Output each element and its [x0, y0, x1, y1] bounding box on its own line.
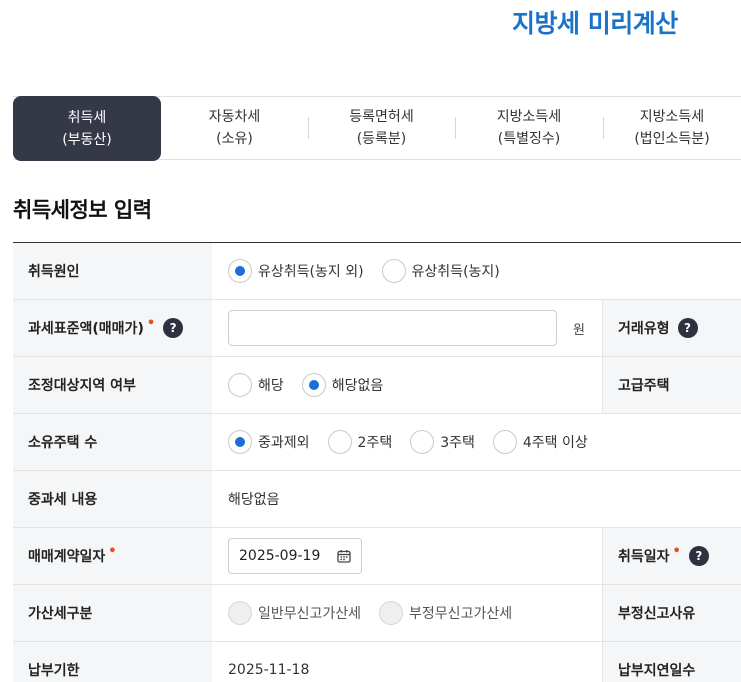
label-acquire-date: 취득일자 • ? — [602, 528, 741, 584]
tab-local-income-tax-withholding[interactable]: 지방소득세 (특별징수) — [455, 97, 603, 159]
radio-selected-icon — [228, 430, 252, 454]
required-mark: • — [108, 543, 117, 559]
tab-label-line2: (소유) — [216, 131, 253, 147]
date-value: 2025-09-19 — [239, 548, 321, 564]
radio-label: 유상취득(농지) — [411, 264, 500, 280]
radio-fraud-no-report-penalty[interactable]: 부정무신고가산세 — [379, 601, 512, 625]
required-mark: • — [146, 315, 156, 331]
tab-separator — [308, 117, 309, 139]
tab-registration-tax[interactable]: 등록면허세 (등록분) — [308, 97, 455, 159]
radio-label: 유상취득(농지 외) — [258, 264, 364, 280]
row-house-count: 소유주택 수 중과제외 2주택 3주택 4주택 이상 — [13, 414, 741, 471]
row-heavy-tax: 중과세 내용 해당없음 — [13, 471, 741, 528]
tab-separator — [603, 117, 604, 139]
label-penalty-type: 가산세구분 — [13, 585, 212, 641]
radio-general-no-report-penalty[interactable]: 일반무신고가산세 — [228, 601, 361, 625]
radio-disabled-icon — [228, 601, 252, 625]
label-acquisition-cause: 취득원인 — [13, 243, 212, 299]
radio-applicable[interactable]: 해당 — [228, 373, 284, 397]
tab-vehicle-tax[interactable]: 자동차세 (소유) — [161, 97, 308, 159]
tab-label-line1: 취득세 — [67, 109, 107, 126]
contract-date-field: 2025-09-19 — [212, 528, 362, 584]
label-fraud-reason: 부정신고사유 — [602, 585, 741, 641]
page-title: 지방세 미리계산 — [512, 9, 678, 38]
tax-base-input[interactable] — [228, 310, 557, 346]
radio-paid-non-farmland[interactable]: 유상취득(농지 외) — [228, 259, 364, 283]
radio-label: 4주택 이상 — [522, 435, 588, 451]
radio-label: 2주택 — [357, 435, 393, 451]
house-count-radio-group: 중과제외 2주택 3주택 4주택 이상 — [212, 414, 606, 470]
label-house-count: 소유주택 수 — [13, 414, 212, 470]
row-penalty-type: 가산세구분 일반무신고가산세 부정무신고가산세 부정신고사유 — [13, 585, 741, 642]
acquisition-tax-form: 취득원인 유상취득(농지 외) 유상취득(농지) 과세표준액(매매가) • ? … — [13, 242, 741, 682]
help-icon[interactable]: ? — [163, 318, 184, 338]
radio-label: 해당없음 — [331, 378, 384, 394]
radio-selected-icon — [228, 259, 252, 283]
tab-label-line1: 자동차세 — [208, 109, 261, 125]
label-text: 거래유형 — [618, 321, 670, 337]
radio-unselected-icon — [228, 373, 252, 397]
cause-radio-group: 유상취득(농지 외) 유상취득(농지) — [212, 243, 518, 299]
due-date-value: 2025-11-18 — [228, 662, 310, 678]
label-contract-date: 매매계약일자 • — [13, 528, 212, 584]
label-heavy-tax: 중과세 내용 — [13, 471, 212, 527]
radio-disabled-icon — [379, 601, 404, 625]
tab-label-line1: 지방소득세 — [639, 109, 705, 125]
radio-unselected-icon — [327, 430, 352, 454]
label-deal-type: 거래유형 ? — [602, 300, 741, 356]
radio-heavy-excluded[interactable]: 중과제외 — [228, 430, 310, 454]
required-mark: • — [672, 543, 681, 559]
radio-selected-icon — [301, 373, 326, 397]
radio-paid-farmland[interactable]: 유상취득(농지) — [381, 259, 500, 283]
radio-unselected-icon — [492, 430, 517, 454]
tab-acquisition-tax[interactable]: 취득세 (부동산) — [13, 96, 161, 161]
row-acquisition-cause: 취득원인 유상취득(농지 외) 유상취득(농지) — [13, 243, 741, 300]
row-due-date: 납부기한 2025-11-18 납부지연일수 — [13, 642, 741, 682]
row-contract-date: 매매계약일자 • 2025-09-19 취득일자 • ? — [13, 528, 741, 585]
tab-label-line2: (법인소득분) — [634, 131, 710, 147]
label-text: 과세표준액(매매가) — [28, 321, 144, 337]
label-luxury-house: 고급주택 — [602, 357, 741, 413]
radio-three-houses[interactable]: 3주택 — [410, 430, 475, 454]
calendar-icon[interactable] — [337, 549, 351, 563]
radio-label: 3주택 — [440, 435, 475, 451]
tax-base-field: 원 — [212, 300, 585, 356]
currency-unit: 원 — [573, 322, 585, 338]
radio-unselected-icon — [410, 430, 435, 454]
radio-label: 일반무신고가산세 — [258, 606, 362, 622]
section-title: 취득세정보 입력 — [13, 198, 152, 222]
help-icon[interactable]: ? — [677, 318, 698, 338]
label-due-date: 납부기한 — [13, 642, 212, 682]
row-adjusted-area: 조정대상지역 여부 해당 해당없음 고급주택 — [13, 357, 741, 414]
heavy-tax-value: 해당없음 — [228, 492, 280, 508]
tab-label-line2: (등록분) — [356, 131, 407, 147]
radio-label: 중과제외 — [258, 435, 310, 451]
row-tax-base: 과세표준액(매매가) • ? 원 거래유형 ? — [13, 300, 741, 357]
radio-four-plus-houses[interactable]: 4주택 이상 — [492, 430, 588, 454]
tab-label-line1: 지방소득세 — [496, 109, 562, 125]
radio-not-applicable[interactable]: 해당없음 — [301, 373, 384, 397]
help-icon[interactable]: ? — [688, 546, 709, 566]
radio-unselected-icon — [381, 259, 406, 283]
label-text: 매매계약일자 — [28, 549, 106, 565]
radio-label: 부정무신고가산세 — [409, 606, 513, 622]
tax-type-tabs: 취득세 (부동산) 자동차세 (소유) 등록면허세 (등록분) 지방소득세 (특… — [13, 96, 741, 161]
contract-date-input[interactable]: 2025-09-19 — [228, 538, 362, 574]
label-tax-base: 과세표준액(매매가) • ? — [13, 300, 212, 356]
radio-two-houses[interactable]: 2주택 — [327, 430, 393, 454]
tab-label-line1: 등록면허세 — [349, 109, 414, 125]
penalty-radio-group: 일반무신고가산세 부정무신고가산세 — [212, 585, 530, 641]
tab-label-line2: (특별징수) — [497, 131, 561, 147]
tab-label-line2: (부동산) — [62, 131, 112, 148]
label-adjusted-area: 조정대상지역 여부 — [13, 357, 212, 413]
label-late-days: 납부지연일수 — [602, 642, 741, 682]
tab-local-income-tax-corporate[interactable]: 지방소득세 (법인소득분) — [603, 97, 741, 159]
tab-separator — [455, 117, 456, 139]
label-text: 취득일자 — [618, 549, 670, 565]
radio-label: 해당 — [258, 378, 284, 394]
adjusted-area-radio-group: 해당 해당없음 — [212, 357, 401, 413]
